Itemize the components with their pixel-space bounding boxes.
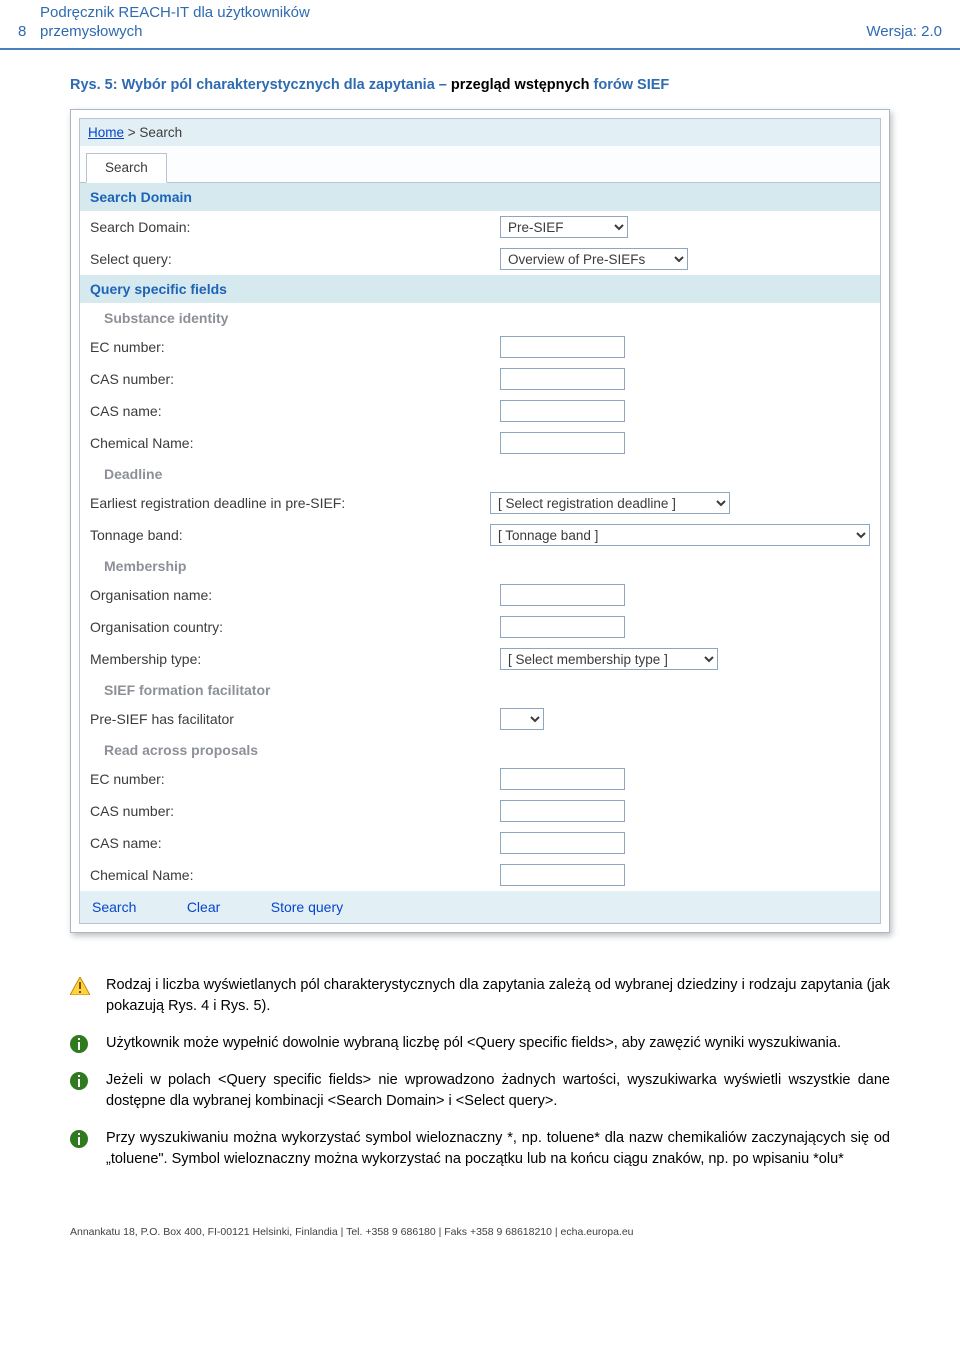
breadcrumb-sep: > — [124, 125, 139, 140]
note-4: Przy wyszukiwaniu można wykorzystać symb… — [106, 1128, 890, 1170]
org-name-label: Organisation name: — [80, 579, 490, 611]
membership-type-label: Membership type: — [80, 643, 490, 675]
figure-caption-bold: przegląd wstępnych — [451, 77, 594, 93]
warning-icon — [70, 975, 106, 1017]
page-number: 8 — [18, 23, 40, 42]
search-button[interactable]: Search — [88, 897, 152, 917]
membership-type-select[interactable]: [ Select membership type ] — [500, 648, 718, 670]
has-facilitator-select[interactable] — [500, 708, 544, 730]
earliest-deadline-select[interactable]: [ Select registration deadline ] — [490, 492, 730, 514]
search-domain-title: Search Domain — [80, 183, 880, 211]
org-country-label: Organisation country: — [80, 611, 490, 643]
select-query-select[interactable]: Overview of Pre-SIEFs — [500, 248, 688, 270]
doc-title: Podręcznik REACH-IT dla użytkowników prz… — [40, 4, 866, 42]
figure-caption-prefix: Rys. 5: Wybór pól charakterystycznych dl… — [70, 77, 451, 93]
button-bar: Search Clear Store query — [80, 891, 880, 923]
screenshot-app: Home > Search Search Search Domain Searc… — [70, 109, 890, 933]
chemical-name2-label: Chemical Name: — [80, 859, 490, 891]
chemical-name2-input[interactable] — [500, 864, 625, 886]
membership-heading: Membership — [80, 551, 880, 579]
cas-name-label: CAS name: — [80, 395, 490, 427]
store-query-button[interactable]: Store query — [267, 897, 359, 917]
figure-caption: Rys. 5: Wybór pól charakterystycznych dl… — [70, 76, 890, 96]
cas-number-input[interactable] — [500, 368, 625, 390]
notes-block: Rodzaj i liczba wyświetlanych pól charak… — [70, 975, 890, 1170]
ec-number2-label: EC number: — [80, 763, 490, 795]
tab-search[interactable]: Search — [86, 153, 167, 183]
search-domain-label: Search Domain: — [80, 211, 490, 243]
chemical-name-label: Chemical Name: — [80, 427, 490, 459]
query-specific-title: Query specific fields — [80, 275, 880, 303]
cas-name2-input[interactable] — [500, 832, 625, 854]
page-header: 8 Podręcznik REACH-IT dla użytkowników p… — [0, 0, 960, 50]
ec-number2-input[interactable] — [500, 768, 625, 790]
breadcrumb-current: Search — [139, 125, 182, 140]
cas-number2-label: CAS number: — [80, 795, 490, 827]
select-query-label: Select query: — [80, 243, 490, 275]
info-icon — [70, 1128, 106, 1170]
earliest-deadline-label: Earliest registration deadline in pre-SI… — [80, 487, 480, 519]
breadcrumb-home[interactable]: Home — [88, 125, 124, 140]
has-facilitator-label: Pre-SIEF has facilitator — [80, 703, 490, 735]
clear-button[interactable]: Clear — [183, 897, 236, 917]
ec-number-input[interactable] — [500, 336, 625, 358]
cas-number2-input[interactable] — [500, 800, 625, 822]
figure-caption-suffix: forów SIEF — [594, 77, 670, 93]
info-icon — [70, 1070, 106, 1112]
deadline-heading: Deadline — [80, 459, 880, 487]
doc-version: Wersja: 2.0 — [866, 23, 942, 42]
info-icon — [70, 1033, 106, 1054]
doc-title-line2: przemysłowych — [40, 23, 143, 40]
note-3: Jeżeli w polach <Query specific fields> … — [106, 1070, 890, 1112]
tab-strip: Search — [80, 146, 880, 183]
note-2: Użytkownik może wypełnić dowolnie wybran… — [106, 1033, 890, 1054]
cas-name2-label: CAS name: — [80, 827, 490, 859]
tonnage-band-select[interactable]: [ Tonnage band ] — [490, 524, 870, 546]
breadcrumb: Home > Search — [80, 119, 880, 146]
read-across-heading: Read across proposals — [80, 735, 880, 763]
org-country-input[interactable] — [500, 616, 625, 638]
chemical-name-input[interactable] — [500, 432, 625, 454]
org-name-input[interactable] — [500, 584, 625, 606]
search-domain-select[interactable]: Pre-SIEF — [500, 216, 628, 238]
tonnage-band-label: Tonnage band: — [80, 519, 480, 551]
cas-name-input[interactable] — [500, 400, 625, 422]
cas-number-label: CAS number: — [80, 363, 490, 395]
sief-facilitator-heading: SIEF formation facilitator — [80, 675, 880, 703]
doc-title-line1: Podręcznik REACH-IT dla użytkowników — [40, 4, 310, 21]
substance-identity-heading: Substance identity — [80, 303, 880, 331]
note-1: Rodzaj i liczba wyświetlanych pól charak… — [106, 975, 890, 1017]
ec-number-label: EC number: — [80, 331, 490, 363]
page-footer: Annankatu 18, P.O. Box 400, FI-00121 Hel… — [0, 1186, 960, 1256]
